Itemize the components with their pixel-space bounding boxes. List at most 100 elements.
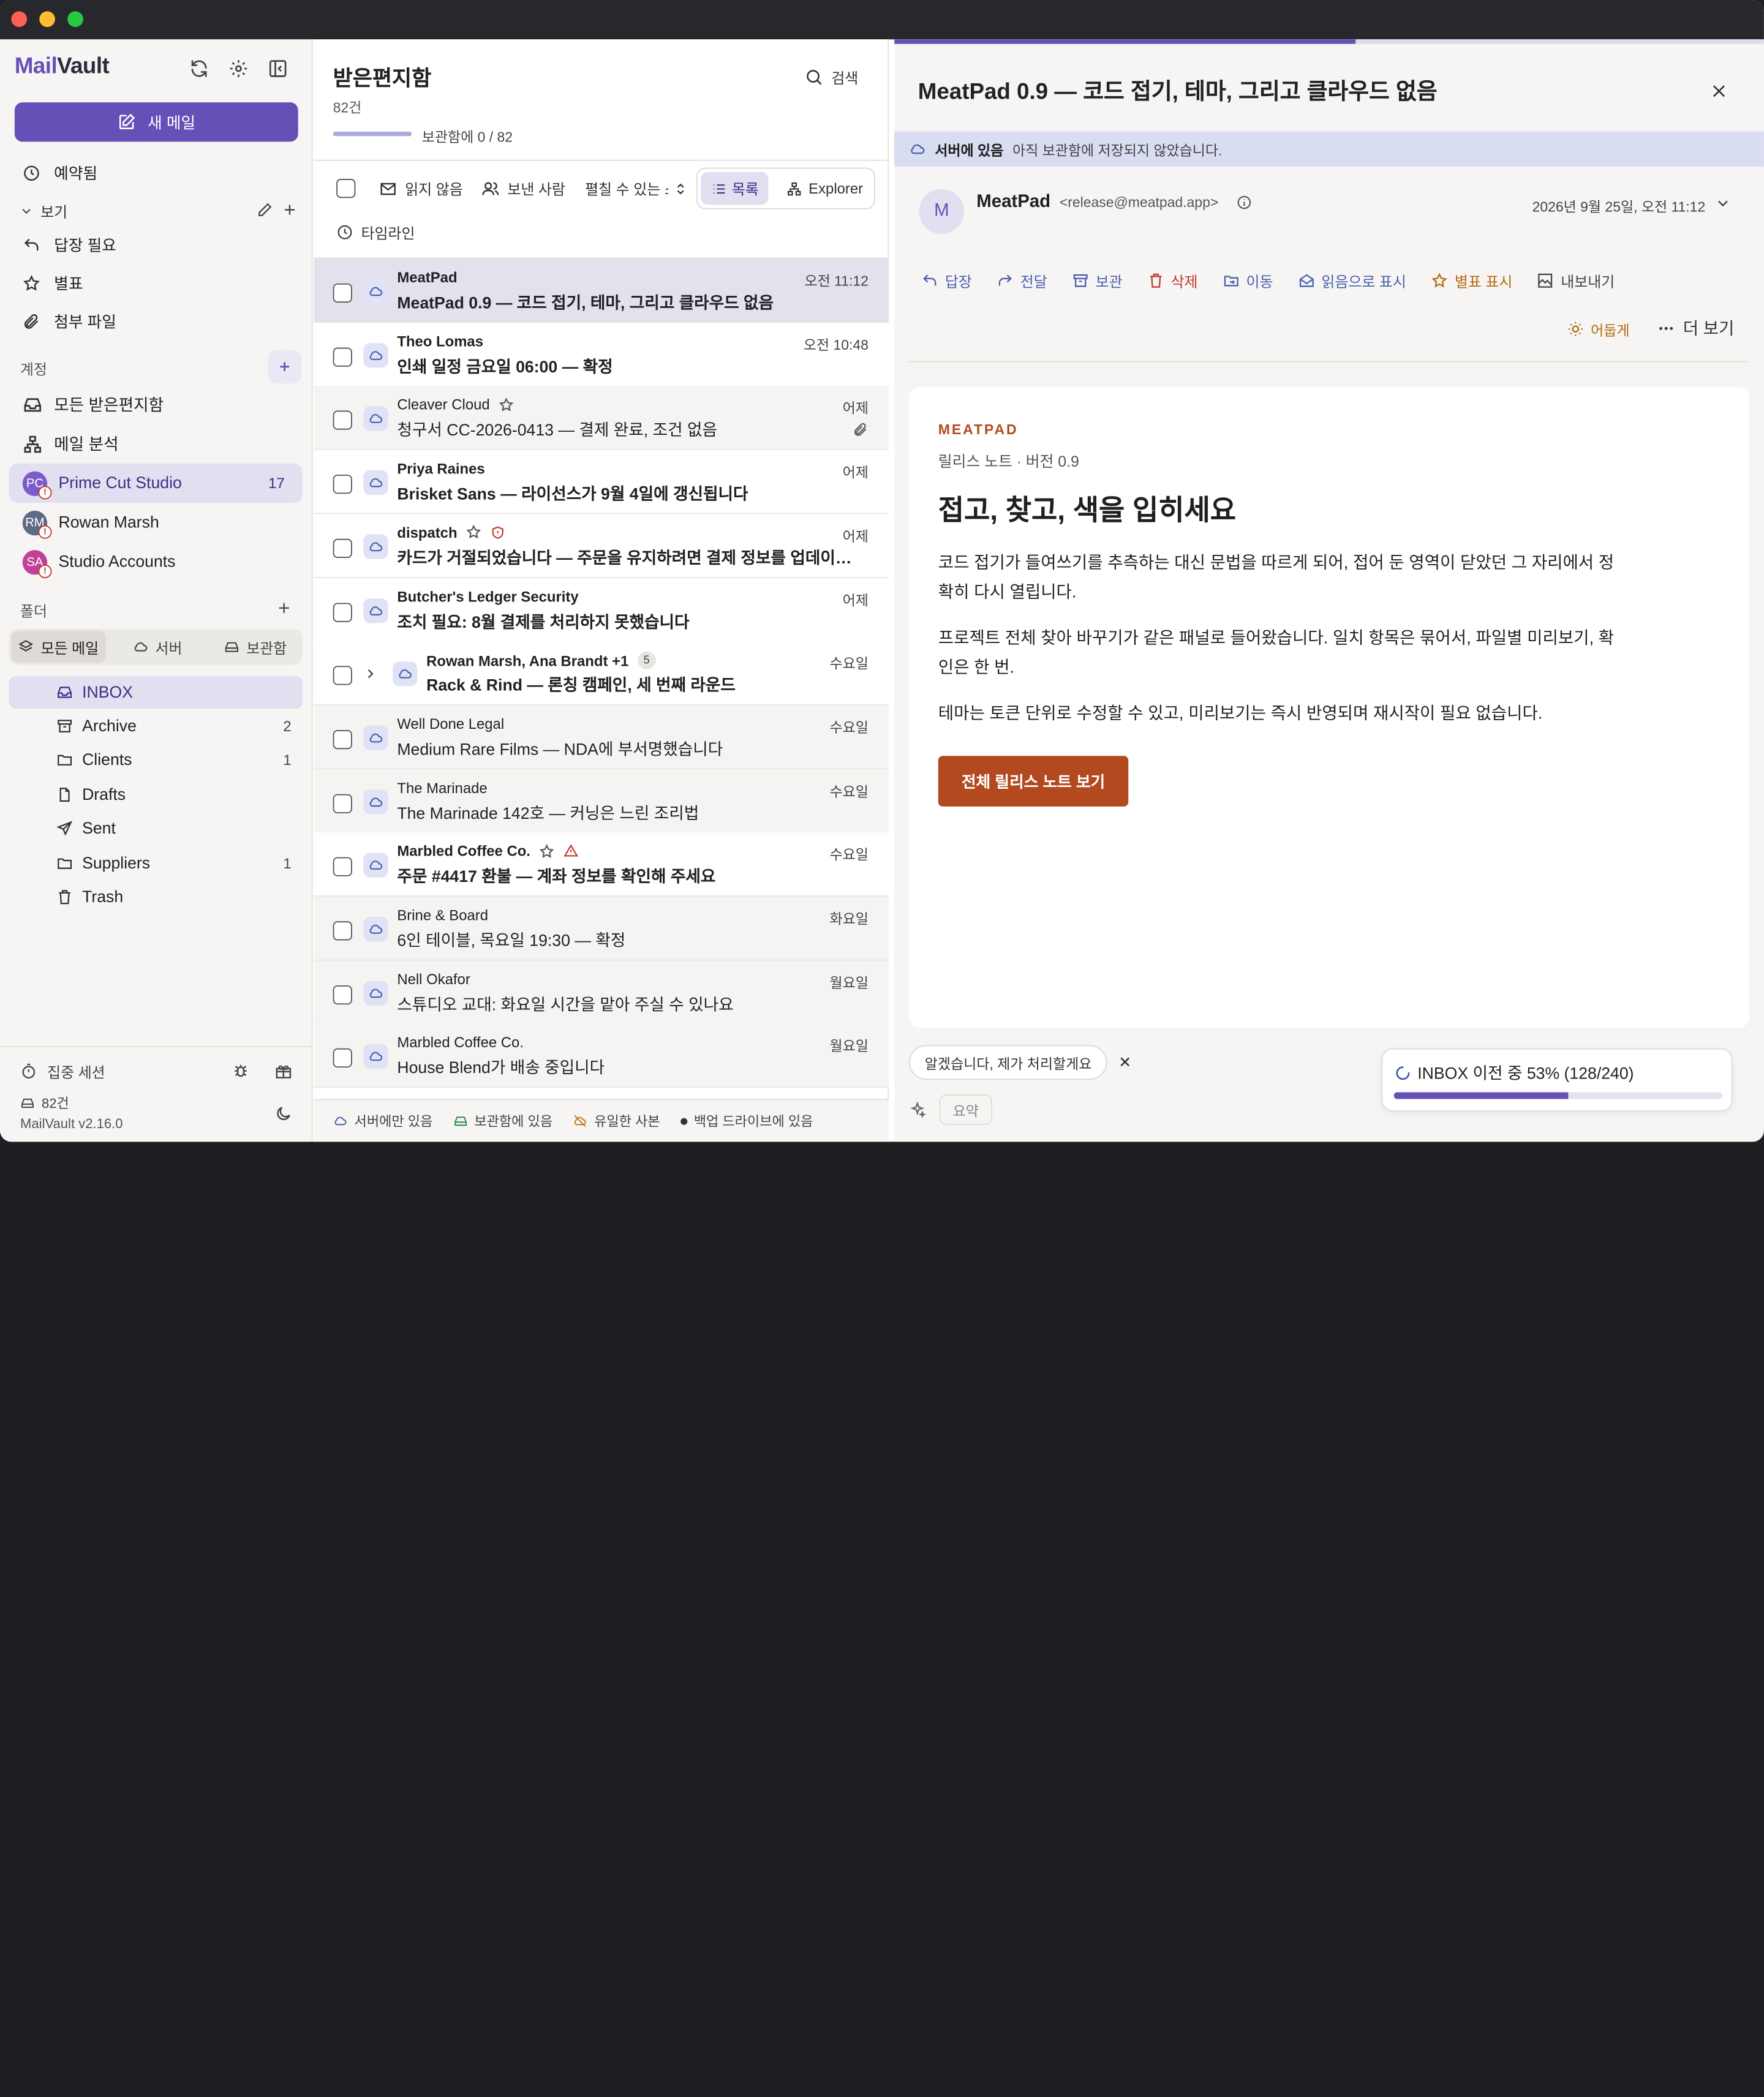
message-checkbox[interactable] [333,793,352,813]
account-item-rowan-marsh[interactable]: RM! Rowan Marsh [9,503,303,542]
message-row[interactable]: Cleaver Cloud 청구서 CC-2026-0413 — 결제 완료, 조… [314,386,889,451]
message-time: 월요일 [829,974,869,991]
export-button[interactable]: 내보내기 [1537,270,1615,292]
message-checkbox[interactable] [333,857,352,877]
forward-button[interactable]: 전달 [997,270,1047,292]
close-window-button[interactable] [11,11,28,28]
select-all-checkbox[interactable] [336,179,356,198]
filter-unread-button[interactable]: 읽지 않음 [379,178,463,199]
message-checkbox[interactable] [333,729,352,750]
folder-drafts[interactable]: Drafts [9,778,303,811]
delete-button[interactable]: 삭제 [1147,270,1198,292]
star-icon[interactable] [466,524,482,540]
message-row[interactable]: MeatPad MeatPad 0.9 — 코드 접기, 테마, 그리고 클라우드… [314,258,889,323]
cloud-icon [909,141,926,158]
release-notes-cta-button[interactable]: 전체 릴리스 노트 보기 [938,756,1129,807]
refresh-icon[interactable] [189,59,209,79]
envelope-icon [379,179,397,197]
summary-button[interactable]: 요약 [939,1094,992,1125]
zoom-window-button[interactable] [67,11,83,28]
filter-expandable-dropdown[interactable]: 펼칠 수 있는 스 [585,178,687,199]
minimize-window-button[interactable] [39,11,55,28]
more-button[interactable]: 더 보기 [1657,316,1734,340]
message-row[interactable]: Rowan Marsh, Ana Brandt +1 5 Rack & Rind —… [314,641,889,706]
add-view-plus-icon[interactable] [281,201,298,219]
tab-vault[interactable]: 보관함 [211,631,299,662]
search-button[interactable]: 검색 [804,66,858,88]
focus-session-button[interactable]: 집중 세션 [20,1061,105,1082]
message-checkbox[interactable] [333,921,352,941]
message-row[interactable]: dispatch 카드가 거절되었습니다 — 주문을 유지하려면 결제 정보를 업… [314,513,889,578]
message-row[interactable]: Priya Raines Brisket Sans — 라이선스가 9월 4일에 … [314,450,889,514]
reply-button[interactable]: 답장 [921,270,972,292]
sender-email[interactable]: <release@meatpad.app> [1060,195,1218,211]
view-list-button[interactable]: 목록 [701,172,769,205]
chevron-right-icon[interactable] [363,668,377,681]
folder-archive[interactable]: Archive 2 [9,710,303,742]
message-row[interactable]: Nell Okafor 스튜디오 교대: 화요일 시간을 맡아 주실 수 있나요 월… [314,960,889,1025]
add-folder-plus-icon[interactable] [276,600,293,617]
sidebar-item-needs-reply[interactable]: 답장 필요 [9,226,303,264]
tab-all-mail[interactable]: 모든 메일 [11,631,106,663]
message-checkbox[interactable] [333,538,352,558]
close-icon[interactable] [1710,82,1728,100]
tab-server[interactable]: 서버 [121,631,194,662]
move-button[interactable]: 이동 [1223,270,1273,292]
sidebar-item-mail-analysis[interactable]: 메일 분석 [9,424,303,463]
gift-icon[interactable] [274,1062,292,1080]
star-button[interactable]: 별표 표시 [1431,270,1512,292]
add-account-button[interactable] [268,350,302,384]
message-row[interactable]: Butcher's Ledger Security 조치 필요: 8월 결제를 처… [314,578,889,642]
folder-inbox[interactable]: INBOX [9,676,303,709]
message-checkbox[interactable] [333,602,352,622]
sender-name[interactable]: MeatPad [976,192,1050,213]
info-icon[interactable] [1237,195,1253,211]
sidebar-item-attachments[interactable]: 첨부 파일 [9,303,303,341]
folder-suppliers[interactable]: Suppliers 1 [9,847,303,879]
folder-trash[interactable]: Trash [9,881,303,913]
dark-mode-toggle[interactable]: 어둡게 [1567,318,1629,340]
mark-read-button[interactable]: 읽음으로 표시 [1298,270,1406,292]
star-icon[interactable] [499,397,514,413]
filter-sender-button[interactable]: 보낸 사람 [481,178,565,199]
folder-sent[interactable]: Sent [9,812,303,845]
message-checkbox[interactable] [333,475,352,494]
account-item-studio-accounts[interactable]: SA! Studio Accounts [9,542,303,581]
message-row[interactable]: Marbled Coffee Co. 주문 #4417 환불 — 계좌 정보를 확… [314,832,889,897]
message-checkbox[interactable] [333,985,352,1004]
folder-clients[interactable]: Clients 1 [9,744,303,776]
message-row[interactable]: The Marinade The Marinade 142호 — 커닝은 느린 조… [314,769,889,834]
chevron-down-icon[interactable] [1716,196,1730,211]
archive-button[interactable]: 보관 [1072,270,1123,292]
timeline-toggle[interactable]: 타임라인 [336,222,415,243]
view-explorer-button[interactable]: Explorer [778,172,871,205]
star-icon[interactable] [540,843,556,859]
collapse-sidebar-icon[interactable] [268,59,288,79]
sidebar-item-all-inboxes[interactable]: 모든 받은편지함 [9,385,303,424]
message-row[interactable]: Marbled Coffee Co. House Blend가 배송 중입니다 월요… [314,1024,889,1088]
sidebar-item-starred[interactable]: 별표 [9,265,303,303]
message-row[interactable]: Brine & Board 6인 테이블, 목요일 19:30 — 확정 화요일 [314,896,889,961]
server-only-cloud-icon [363,789,388,815]
account-item-prime-cut-studio[interactable]: PC! Prime Cut Studio 17 [9,463,303,503]
message-checkbox[interactable] [333,283,352,303]
quick-reply-chip[interactable]: 알겠습니다, 제가 처리할게요 [909,1045,1108,1080]
loading-bar-track [894,39,1764,44]
message-checkbox[interactable] [333,666,352,685]
sender-name: Theo Lomas [397,333,484,350]
views-section-toggle[interactable]: 보기 [20,200,67,222]
message-checkbox[interactable] [333,347,352,367]
dismiss-quick-reply-close-icon[interactable] [1117,1054,1133,1070]
message-row[interactable]: Theo Lomas 인쇄 일정 금요일 06:00 — 확정 오전 10:48 [314,322,889,387]
message-row[interactable]: Well Done Legal Medium Rare Films — NDA에 … [314,705,889,770]
edit-views-pencil-icon[interactable] [257,201,274,219]
compose-button[interactable]: 새 메일 [14,102,298,142]
sidebar-item-scheduled[interactable]: 예약됨 [9,154,303,192]
message-checkbox[interactable] [333,411,352,431]
settings-gear-icon[interactable] [228,59,249,79]
moon-dark-mode-icon[interactable] [274,1105,292,1123]
view-mode-toggle: 목록 Explorer [696,167,875,209]
message-checkbox[interactable] [333,1048,352,1068]
bug-icon[interactable] [232,1062,249,1080]
page-title: 받은편지함 [333,67,432,91]
